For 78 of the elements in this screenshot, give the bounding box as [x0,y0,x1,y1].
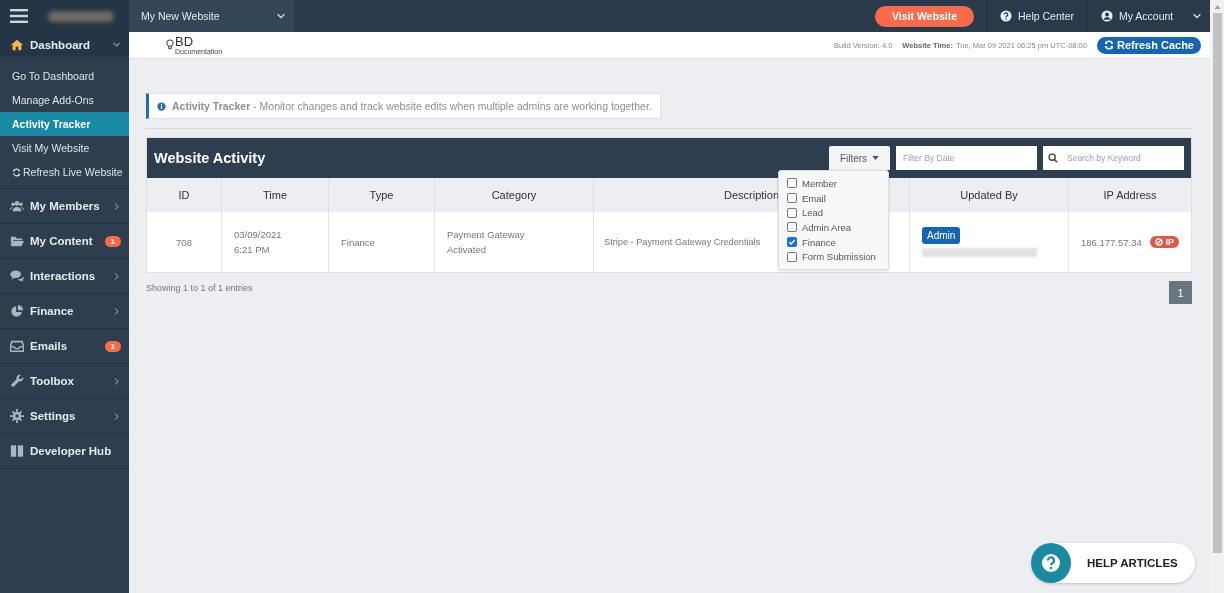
site-selector[interactable]: My New Website [129,0,294,32]
sidebar-item[interactable]: Dashboard [0,32,129,57]
sidebar-subitem[interactable]: Visit My Website [0,136,129,160]
table-cell: Finance [328,212,435,272]
sidebar-subitem[interactable]: Go To Dashboard [0,64,129,88]
filter-option[interactable]: Member [787,176,888,191]
lightbulb-icon [166,38,174,52]
search-icon [1048,153,1058,163]
pie-chart-icon [10,304,24,318]
home-icon [10,37,24,52]
scroll-up-icon [1213,5,1221,9]
sidebar-item[interactable]: Developer Hub [0,434,129,468]
sidebar-subitem[interactable]: Refresh Live Website [0,160,129,184]
chevron-down-icon [276,11,286,21]
column-header: Type [328,178,435,212]
question-icon [999,10,1012,22]
sidebar-item[interactable]: Emails 1 [0,329,129,363]
sidebar-item[interactable]: Finance [0,294,129,328]
user-icon [1101,10,1113,22]
checkbox[interactable] [787,207,797,218]
wrench-icon [10,374,24,388]
column-header: Category [434,178,594,212]
table-cell: 708 [147,212,222,272]
question-icon [1031,543,1071,583]
inbox-icon [10,339,24,353]
keyword-search-field[interactable]: Search by Keyword [1043,146,1184,170]
table-cell: Payment Gateway Activated [434,212,594,272]
filter-option[interactable]: Email [787,190,888,206]
scrollbar-thumb[interactable] [1212,13,1222,553]
column-header: Time [221,178,329,212]
table-cell: 03/09/2021 6:21 PM [221,212,329,272]
refresh-icon [1103,40,1114,50]
menu-icon [10,9,28,23]
role-badge: Admin [922,227,961,244]
filter-option[interactable]: Admin Area [787,220,888,235]
check-icon [788,238,796,247]
page-button[interactable]: 1 [1169,281,1192,304]
checkbox[interactable] [787,237,797,248]
sidebar-item[interactable]: My Content 1 [0,224,129,258]
checkbox[interactable] [787,178,797,189]
checkbox[interactable] [787,222,797,233]
info-icon [157,101,166,111]
ban-ip-button[interactable]: IP [1150,236,1179,248]
filter-option[interactable]: Form Submission [787,249,888,265]
sidebar-item[interactable]: My Members [0,189,129,223]
help-articles-button[interactable]: HELP ARTICLES [1031,543,1195,583]
column-header: IP Address [1068,178,1191,212]
checkbox[interactable] [787,193,797,204]
blurred-logo [48,10,114,22]
caret-down-icon [872,156,880,160]
filters-button[interactable]: Filters [829,146,890,170]
column-header: Updated By [909,178,1069,212]
columns-icon [10,444,24,458]
column-header: ID [147,178,222,212]
date-filter-field[interactable]: Filter By Date [896,146,1037,170]
sidebar-item[interactable]: Toolbox [0,364,129,398]
gear-icon [10,409,24,423]
scrollbar[interactable] [1210,0,1224,593]
refresh-icon [12,167,21,177]
filter-option[interactable]: Finance [787,234,888,250]
folder-icon [10,234,24,248]
users-icon [10,199,24,213]
entries-count: Showing 1 to 1 of 1 entries [146,283,253,293]
sidebar-item[interactable]: Interactions [0,259,129,293]
chevron-down-icon [1192,11,1202,21]
count-badge: 1 [104,340,121,352]
notice-text: Activity Tracker - Monitor changes and track website edits when multiple admins are working together. [172,100,652,112]
sidebar-subitem[interactable]: Activity Tracker [0,112,129,136]
count-badge: 1 [104,235,121,247]
chat-icon [10,269,24,283]
sidebar-item[interactable]: Settings [0,399,129,433]
checkbox[interactable] [787,251,797,262]
ban-icon [1155,238,1164,246]
sidebar-subitem[interactable]: Manage Add-Ons [0,88,129,112]
refresh-cache-button[interactable]: Refresh Cache [1096,36,1201,54]
panel-title: Website Activity [154,150,266,166]
ip-address: 186.177.57.34 [1081,235,1142,250]
logo-text: BD [175,35,195,48]
